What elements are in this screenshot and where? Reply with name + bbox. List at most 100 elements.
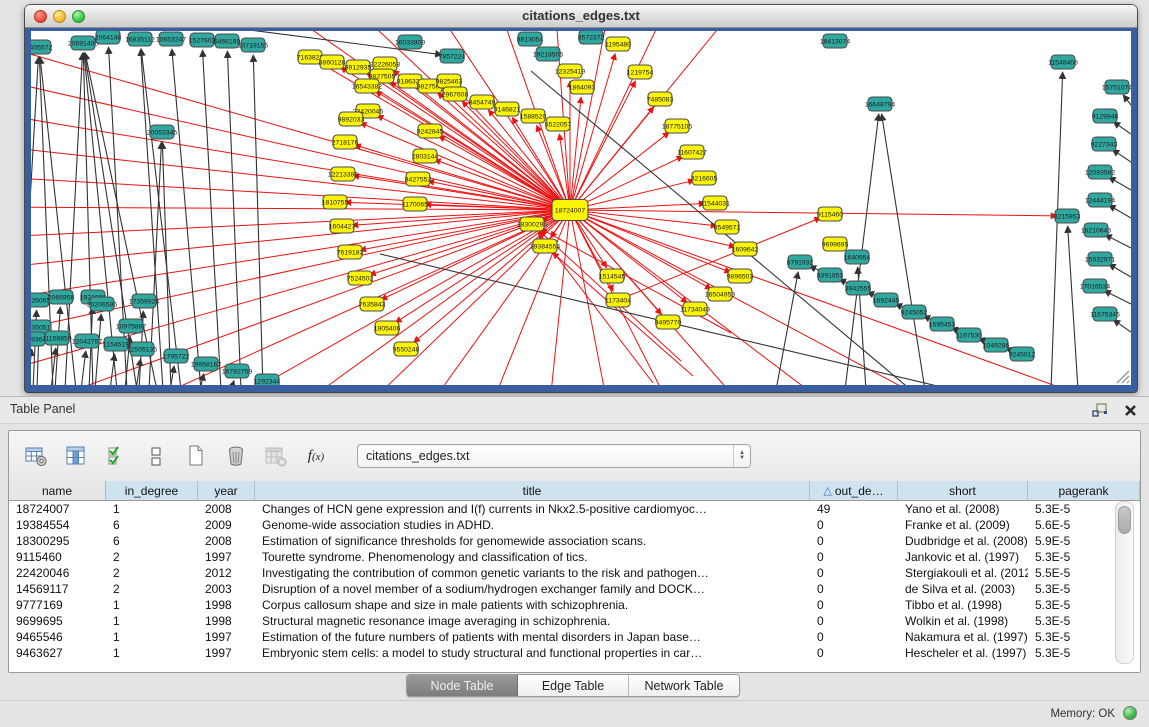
table-cell-out-de[interactable]: 0 <box>810 565 898 581</box>
table-cell-year[interactable]: 2008 <box>198 533 255 549</box>
table-cell-in-degree[interactable]: 1 <box>106 629 198 645</box>
table-cell-in-degree[interactable]: 2 <box>106 581 198 597</box>
table-cell-out-de[interactable]: 0 <box>810 549 898 565</box>
table-cell-title[interactable]: Embryonic stem cells: a model to study s… <box>255 645 810 661</box>
canvas-resize-grip[interactable] <box>1117 371 1129 383</box>
table-cell-title[interactable]: Changes of HCN gene expression and I(f) … <box>255 501 810 517</box>
table-row[interactable]: 911546021997Tourette syndrome. Phenomeno… <box>9 549 1140 565</box>
table-cell-out-de[interactable]: 0 <box>810 533 898 549</box>
table-cell-name[interactable]: 19384554 <box>9 517 106 533</box>
table-cell-title[interactable]: Estimation of the future numbers of pati… <box>255 629 810 645</box>
table-cell-title[interactable]: Tourette syndrome. Phenomenology and cla… <box>255 549 810 565</box>
table-row[interactable]: 2242004622012Investigating the contribut… <box>9 565 1140 581</box>
table-cell-in-degree[interactable]: 6 <box>106 517 198 533</box>
table-cell-title[interactable]: Investigating the contribution of common… <box>255 565 810 581</box>
new-table-icon[interactable] <box>183 444 209 468</box>
table-cell-out-de[interactable]: 0 <box>810 597 898 613</box>
select-rows-icon[interactable] <box>103 444 129 468</box>
table-cell-out-de[interactable]: 0 <box>810 581 898 597</box>
column-header-pagerank[interactable]: pagerank <box>1028 481 1140 500</box>
table-cell-out-de[interactable]: 0 <box>810 613 898 629</box>
column-header-year[interactable]: year <box>198 481 255 500</box>
table-cell-name[interactable]: 14569117 <box>9 581 106 597</box>
table-cell-in-degree[interactable]: 6 <box>106 533 198 549</box>
table-cell-title[interactable]: Corpus callosum shape and size in male p… <box>255 597 810 613</box>
table-cell-out-de[interactable]: 49 <box>810 501 898 517</box>
table-cell-short[interactable]: Yano et al. (2008) <box>898 501 1028 517</box>
memory-status-icon[interactable] <box>1123 706 1137 720</box>
column-header-title[interactable]: title <box>255 481 810 500</box>
table-row[interactable]: 969969511998Structural magnetic resonanc… <box>9 613 1140 629</box>
table-row[interactable]: 1872400712008Changes of HCN gene express… <box>9 501 1140 517</box>
table-row[interactable]: 1456911722003Disruption of a novel membe… <box>9 581 1140 597</box>
table-scrollbar-thumb[interactable] <box>1118 506 1131 534</box>
table-cell-year[interactable]: 2012 <box>198 565 255 581</box>
function-builder-icon[interactable]: f(x) <box>303 444 329 468</box>
graph-edge <box>570 97 581 210</box>
table-cell-year[interactable]: 2003 <box>198 581 255 597</box>
table-cell-name[interactable]: 9699695 <box>9 613 106 629</box>
table-cell-in-degree[interactable]: 1 <box>106 613 198 629</box>
close-panel-icon[interactable] <box>1121 401 1139 419</box>
table-cell-name[interactable]: 18300295 <box>9 533 106 549</box>
delete-table-icon[interactable] <box>263 444 289 468</box>
table-cell-short[interactable]: Hescheler et al. (1997) <box>898 645 1028 661</box>
table-cell-title[interactable]: Estimation of significance thresholds fo… <box>255 533 810 549</box>
tab-network-table[interactable]: Network Table <box>629 675 739 696</box>
table-cell-short[interactable]: Franke et al. (2009) <box>898 517 1028 533</box>
table-cell-short[interactable]: Tibbo et al. (1998) <box>898 597 1028 613</box>
table-cell-year[interactable]: 1998 <box>198 597 255 613</box>
show-columns-icon[interactable] <box>63 444 89 468</box>
column-header-name[interactable]: name <box>9 481 106 500</box>
table-row[interactable]: 977716911998Corpus callosum shape and si… <box>9 597 1140 613</box>
table-cell-short[interactable]: Wolkin et al. (1998) <box>898 613 1028 629</box>
table-cell-in-degree[interactable]: 1 <box>106 645 198 661</box>
table-cell-short[interactable]: Dudbridge et al. (2008) <box>898 533 1028 549</box>
table-scrollbar[interactable] <box>1115 501 1134 664</box>
table-cell-name[interactable]: 9115460 <box>9 549 106 565</box>
table-cell-in-degree[interactable]: 2 <box>106 549 198 565</box>
table-cell-year[interactable]: 1997 <box>198 645 255 661</box>
column-header-out-de[interactable]: △out_de… <box>810 481 898 500</box>
column-header-short[interactable]: short <box>898 481 1028 500</box>
table-cell-in-degree[interactable]: 2 <box>106 565 198 581</box>
float-panel-icon[interactable] <box>1091 401 1109 419</box>
network-graph[interactable]: 1872400771638228860128891293522226058982… <box>31 31 1131 385</box>
table-cell-in-degree[interactable]: 1 <box>106 501 198 517</box>
table-row[interactable]: 946554611997Estimation of the future num… <box>9 629 1140 645</box>
table-cell-short[interactable]: Stergiakouli et al. (2012) <box>898 565 1028 581</box>
table-settings-icon[interactable] <box>23 444 49 468</box>
table-cell-short[interactable]: Nakamura et al. (1997) <box>898 629 1028 645</box>
table-cell-year[interactable]: 2008 <box>198 501 255 517</box>
network-view-window: citations_edges.txt 18724007716382288601… <box>25 5 1137 392</box>
row-height-icon[interactable] <box>143 444 169 468</box>
table-cell-name[interactable]: 9465546 <box>9 629 106 645</box>
table-row[interactable]: 1830029562008Estimation of significance … <box>9 533 1140 549</box>
table-cell-in-degree[interactable]: 1 <box>106 597 198 613</box>
table-cell-out-de[interactable]: 0 <box>810 645 898 661</box>
table-cell-name[interactable]: 9777169 <box>9 597 106 613</box>
table-row[interactable]: 1938455462009Genome-wide association stu… <box>9 517 1140 533</box>
column-header-in-degree[interactable]: in_degree <box>106 481 198 500</box>
table-cell-year[interactable]: 1998 <box>198 613 255 629</box>
delete-rows-icon[interactable] <box>223 444 249 468</box>
table-cell-title[interactable]: Structural magnetic resonance image aver… <box>255 613 810 629</box>
tab-node-table[interactable]: Node Table <box>407 675 518 696</box>
table-cell-name[interactable]: 9463627 <box>9 645 106 661</box>
table-cell-title[interactable]: Disruption of a novel member of a sodium… <box>255 581 810 597</box>
table-cell-year[interactable]: 1997 <box>198 629 255 645</box>
table-cell-name[interactable]: 18724007 <box>9 501 106 517</box>
table-cell-name[interactable]: 22420046 <box>9 565 106 581</box>
table-cell-short[interactable]: de Silva et al. (2003) <box>898 581 1028 597</box>
table-selector[interactable]: citations_edges.txt ▲▼ <box>357 444 751 468</box>
network-canvas[interactable]: 1872400771638228860128891293522226058982… <box>31 31 1131 385</box>
table-cell-year[interactable]: 1997 <box>198 549 255 565</box>
table-cell-title[interactable]: Genome-wide association studies in ADHD. <box>255 517 810 533</box>
tab-edge-table[interactable]: Edge Table <box>518 675 629 696</box>
window-titlebar[interactable]: citations_edges.txt <box>25 5 1137 28</box>
table-cell-out-de[interactable]: 0 <box>810 517 898 533</box>
table-cell-out-de[interactable]: 0 <box>810 629 898 645</box>
table-cell-year[interactable]: 2009 <box>198 517 255 533</box>
table-cell-short[interactable]: Jankovic et al. (1997) <box>898 549 1028 565</box>
table-row[interactable]: 946362711997Embryonic stem cells: a mode… <box>9 645 1140 661</box>
